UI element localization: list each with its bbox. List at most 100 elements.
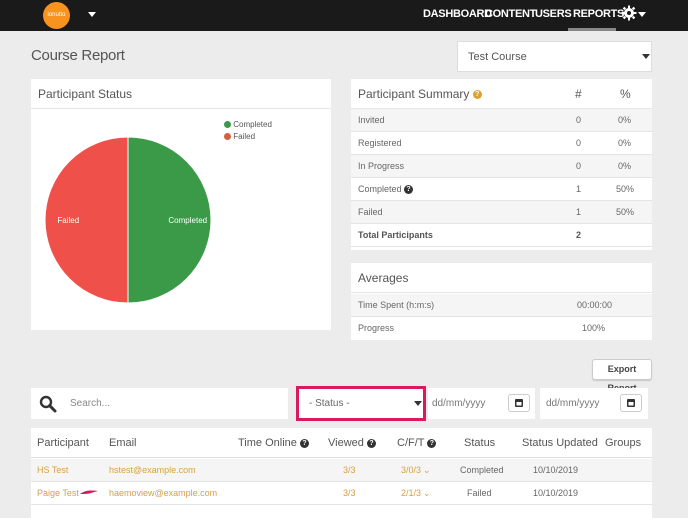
course-select[interactable]: Test Course — [457, 41, 652, 72]
status-select-value: - Status - — [309, 398, 350, 409]
search-icon — [39, 395, 57, 413]
chevron-down-icon — [642, 54, 650, 59]
cft-value: 3/0/3 — [401, 465, 422, 475]
row-pct: 0% — [618, 161, 632, 171]
participants-table: Participant Email Time Online ? Viewed ?… — [31, 428, 652, 518]
summary-row: Failed 1 50% — [351, 201, 652, 224]
col-time-online: Time Online — [238, 437, 297, 449]
row-label: Progress — [358, 323, 395, 333]
col-status-updated[interactable]: Status Updated — [522, 428, 598, 458]
row-pct: 50% — [616, 207, 635, 217]
participant-email-link[interactable]: haemoview@example.com — [109, 482, 217, 505]
date-to-placeholder: dd/mm/yyyy — [546, 398, 600, 409]
viewed-value: 3/3 — [343, 465, 356, 475]
settings-gear-icon[interactable] — [621, 5, 637, 21]
col-viewed: Viewed — [328, 437, 364, 449]
chevron-down-icon — [414, 401, 422, 406]
help-icon[interactable]: ? — [427, 438, 437, 448]
summary-row: Completed ? 1 50% — [351, 178, 652, 201]
status-updated-value: 10/10/2019 — [533, 488, 579, 498]
summary-col-pct: % — [620, 87, 631, 101]
row-label: Invited — [358, 115, 385, 125]
calendar-icon — [515, 399, 523, 407]
status-value: Failed — [467, 488, 492, 498]
total-count: 2 — [576, 230, 582, 240]
table-header: Participant Email Time Online ? Viewed ?… — [31, 428, 652, 458]
row-label: In Progress — [358, 161, 405, 171]
col-groups[interactable]: Groups — [605, 428, 641, 458]
participant-name-link[interactable]: Paige Test — [37, 482, 79, 505]
participant-name-link[interactable]: HS Test — [37, 459, 68, 482]
date-to-field[interactable]: dd/mm/yyyy — [540, 388, 648, 419]
arrow-annotation-icon — [80, 490, 98, 494]
date-to-calendar-button[interactable] — [620, 394, 642, 412]
nav-users[interactable]: USERS — [535, 0, 572, 31]
viewed-value: 3/3 — [343, 488, 356, 498]
row-pct: 0% — [618, 138, 632, 148]
account-menu-caret-icon[interactable] — [88, 12, 96, 17]
col-cft-wrap[interactable]: C/F/T ? — [397, 428, 437, 458]
top-nav-bar: ionutto DASHBOARD CONTENT USERS REPORTS — [0, 0, 688, 31]
row-label: Registered — [358, 138, 402, 148]
row-label-wrap: Completed ? — [358, 178, 414, 201]
participant-email-link[interactable]: hstest@example.com — [109, 459, 196, 482]
summary-row: In Progress 0 0% — [351, 155, 652, 178]
averages-row: Progress 100% — [351, 317, 652, 340]
help-icon[interactable]: ? — [472, 90, 482, 100]
summary-row: Invited 0 0% — [351, 109, 652, 132]
search-box[interactable]: Search... — [31, 388, 288, 419]
col-viewed-wrap[interactable]: Viewed ? — [328, 428, 376, 458]
col-email[interactable]: Email — [109, 428, 137, 458]
col-time-online-wrap[interactable]: Time Online ? — [238, 428, 309, 458]
nav-dashboard[interactable]: DASHBOARD — [423, 0, 492, 31]
chevron-down-icon[interactable]: ⌄ — [423, 459, 431, 482]
summary-total-row: Total Participants 2 — [351, 224, 652, 247]
help-icon[interactable]: ? — [404, 185, 414, 195]
col-participant[interactable]: Participant — [37, 428, 89, 458]
nav-content[interactable]: CONTENT — [485, 0, 536, 31]
status-pie-chart: Completed Failed — [44, 136, 212, 304]
status-value: Completed — [460, 465, 504, 475]
row-value: 100% — [582, 323, 606, 333]
col-status[interactable]: Status — [464, 428, 495, 458]
page-title: Course Report — [31, 47, 125, 64]
averages-row: Time Spent (h:m:s) 00:00:00 — [351, 294, 652, 317]
averages-panel: Averages Time Spent (h:m:s) 00:00:00 Pro… — [351, 263, 652, 340]
calendar-icon — [627, 399, 635, 407]
row-pct: 0% — [618, 115, 632, 125]
date-from-field[interactable]: dd/mm/yyyy — [428, 388, 535, 419]
col-cft: C/F/T — [397, 437, 425, 449]
table-row: HS Test hstest@example.com 3/3 3/0/3 ⌄ C… — [31, 459, 652, 482]
help-icon[interactable]: ? — [299, 438, 309, 448]
summary-header: Participant Summary ? # % — [351, 79, 652, 109]
participant-summary-panel: Participant Summary ? # % Invited 0 0% R… — [351, 79, 652, 250]
search-placeholder: Search... — [70, 398, 111, 409]
course-select-value: Test Course — [468, 51, 527, 63]
row-label: Time Spent (h:m:s) — [358, 300, 435, 310]
date-from-placeholder: dd/mm/yyyy — [432, 398, 486, 409]
pie-label-completed: Completed — [168, 216, 207, 225]
row-label: Failed — [358, 207, 383, 217]
app-logo[interactable]: ionutto — [43, 2, 70, 29]
help-icon[interactable]: ? — [366, 438, 376, 448]
date-from-calendar-button[interactable] — [508, 394, 530, 412]
row-count: 0 — [576, 161, 582, 171]
status-updated-value: 10/10/2019 — [533, 465, 579, 475]
export-report-button[interactable]: Export Report — [592, 359, 652, 393]
pie-label-failed: Failed — [57, 216, 79, 225]
row-count: 1 — [576, 207, 582, 217]
participant-status-panel: Participant Status Completed Failed Comp… — [31, 79, 331, 330]
row-count: 0 — [576, 115, 582, 125]
cft-value: 2/1/3 — [401, 488, 422, 498]
summary-title: Participant Summary — [358, 87, 470, 101]
averages-title: Averages — [351, 263, 652, 293]
row-label: Completed — [358, 184, 402, 194]
nav-reports[interactable]: REPORTS — [568, 0, 624, 31]
settings-caret-icon[interactable] — [638, 12, 646, 17]
row-count: 1 — [576, 184, 582, 194]
row-pct: 50% — [616, 184, 635, 194]
row-count: 0 — [576, 138, 582, 148]
status-filter-select[interactable]: - Status - — [296, 386, 426, 421]
chevron-down-icon[interactable]: ⌄ — [423, 482, 431, 505]
total-label: Total Participants — [358, 230, 433, 240]
